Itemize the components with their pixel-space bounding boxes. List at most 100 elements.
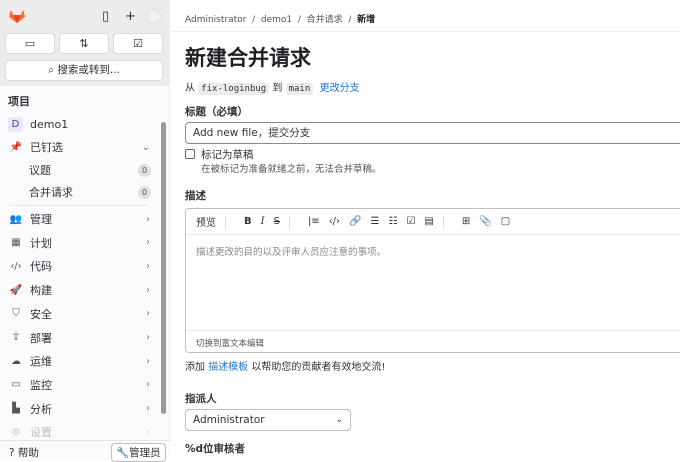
sidebar-item-users[interactable]: 👥 管理 ›: [0, 208, 158, 230]
wrench-icon: 🔧: [116, 447, 130, 459]
draft-help: 在被标记为准备就绪之前，无法合并草稿。: [201, 164, 382, 175]
deploy-icon: ⇪: [11, 332, 21, 343]
breadcrumb: Administrator / demo1 / 合并请求 / 新增: [185, 15, 376, 25]
description-editor: 预览 B I S |≡ ‹/› 🔗 ☰ ☷ ☑ ▤ ⊞ 📎 ▢ 描述更改的目的以…: [185, 208, 680, 353]
sidebar-item-label: 运维: [30, 355, 52, 369]
table-icon[interactable]: ⊞: [462, 216, 470, 227]
assignee-select[interactable]: Administrator ⌄: [185, 409, 351, 431]
title-input[interactable]: Add new file，提交分支: [185, 122, 680, 144]
chevron-right-icon: ›: [146, 379, 150, 391]
collapsible-icon[interactable]: ▤: [424, 216, 433, 227]
chevron-down-icon: ⌄: [141, 141, 150, 153]
title-label: 标题（必填）: [185, 106, 248, 118]
todo-button[interactable]: ☑: [113, 33, 163, 54]
project-avatar: D: [8, 116, 23, 132]
sidebar-item-cloud[interactable]: ☁ 运维 ›: [0, 350, 158, 372]
attach-icon[interactable]: 📎: [479, 216, 491, 227]
search-button[interactable]: ⌕ 搜索或转到...: [5, 60, 163, 81]
italic-icon[interactable]: I: [261, 216, 265, 227]
crumb-admin[interactable]: Administrator: [185, 15, 246, 25]
pinned-item-merge-requests[interactable]: 合并请求 0: [0, 181, 158, 203]
code-icon: ‹/›: [10, 260, 22, 272]
preview-tab[interactable]: 预览: [196, 214, 216, 229]
pinned-toggle[interactable]: 📌 已钉选 ⌄: [0, 136, 158, 158]
crumb-project[interactable]: demo1: [261, 15, 292, 25]
project-link[interactable]: Ddemo1: [0, 113, 158, 135]
monitor-icon: ▭: [11, 379, 21, 391]
sidebar-item-label: 部署: [30, 331, 52, 345]
sidebar-item-label: 分析: [30, 402, 52, 416]
crumb-mrs[interactable]: 合并请求: [307, 15, 343, 25]
description-textarea[interactable]: 描述更改的目的以及评审人员应注意的事项。: [186, 235, 680, 267]
count-badge: 0: [138, 163, 151, 177]
sidebar-header: ▯ + ▭ ⇅ ☑ ⌕ 搜索或转到...: [0, 0, 169, 86]
chevron-right-icon: ›: [146, 355, 150, 367]
scrollbar[interactable]: [161, 122, 166, 414]
admin-label: 管理员: [129, 447, 161, 459]
admin-button[interactable]: 🔧管理员: [111, 443, 166, 462]
bold-icon[interactable]: B: [244, 216, 252, 227]
help-button[interactable]: ? 帮助: [9, 445, 39, 460]
chevron-right-icon: ›: [146, 213, 150, 225]
source-branch: fix-loginbug: [198, 83, 270, 95]
from-text: 从: [185, 83, 195, 94]
cloud-icon: ☁: [11, 355, 21, 367]
section-title: 项目: [8, 95, 30, 108]
sidebar-footer: ? 帮助 🔧管理员: [0, 440, 170, 462]
switch-rich-text-button[interactable]: 切换到富文本编辑: [186, 330, 680, 352]
draft-checkbox[interactable]: [185, 149, 195, 159]
chevron-right-icon: ›: [146, 332, 150, 343]
sidebar-item-chart[interactable]: ▙ 分析 ›: [0, 398, 158, 420]
task-list-icon[interactable]: ☑: [406, 216, 415, 227]
search-label: 搜索或转到...: [57, 64, 120, 76]
sidebar-item-code[interactable]: ‹/› 代码 ›: [0, 255, 158, 277]
pin-icon: 📌: [9, 141, 23, 153]
link-icon[interactable]: 🔗: [349, 216, 361, 227]
item-label: 议题: [29, 164, 51, 177]
gitlab-logo-icon[interactable]: [8, 8, 26, 24]
issues-button[interactable]: ▭: [5, 33, 55, 54]
item-label: 合并请求: [29, 186, 73, 199]
sidebar-item-rocket[interactable]: 🚀 构建 ›: [0, 279, 158, 301]
header-divider: [171, 31, 680, 32]
users-icon: 👥: [9, 213, 23, 225]
sidebar-toggle-icon[interactable]: ▯: [102, 9, 109, 24]
merge-requests-button[interactable]: ⇅: [59, 33, 109, 54]
draft-label: 标记为草稿: [201, 149, 254, 161]
sidebar-item-monitor[interactable]: ▭ 监控 ›: [0, 374, 158, 396]
branch-info: 从 fix-loginbug 到 main 更改分支: [185, 79, 360, 95]
page-title: 新建合并请求: [185, 46, 311, 70]
chevron-right-icon: ›: [146, 308, 150, 320]
fullscreen-icon[interactable]: ▢: [501, 216, 510, 227]
pinned-item-issues[interactable]: 议题 0: [0, 159, 158, 181]
help-icon: ?: [9, 447, 15, 459]
help-label: 帮助: [17, 447, 39, 459]
code-icon[interactable]: ‹/›: [329, 216, 340, 227]
pinned-label: 已钉选: [30, 141, 63, 154]
sidebar-item-shield[interactable]: ⛉ 安全 ›: [0, 303, 158, 325]
chevron-right-icon: ›: [146, 260, 150, 272]
template-link[interactable]: 描述模板: [208, 362, 248, 373]
avatar[interactable]: [146, 9, 161, 24]
calendar-icon: ▦: [11, 237, 21, 249]
sidebar-item-label: 安全: [30, 307, 52, 321]
sidebar-item-deploy[interactable]: ⇪ 部署 ›: [0, 327, 158, 349]
to-text: 到: [272, 83, 283, 94]
chevron-right-icon: ›: [146, 237, 150, 249]
sidebar-item-label: 代码: [30, 260, 52, 274]
settings-icon: ⚙: [11, 426, 21, 438]
numbered-list-icon[interactable]: ☷: [388, 216, 397, 227]
bullet-list-icon[interactable]: ☰: [371, 216, 380, 227]
sidebar-item-label: 监控: [30, 378, 52, 392]
quote-icon[interactable]: |≡: [308, 216, 320, 227]
sidebar-item-calendar[interactable]: ▦ 计划 ›: [0, 232, 158, 254]
search-icon: ⌕: [48, 64, 55, 76]
sidebar-item-label: 设置: [30, 426, 52, 440]
chevron-down-icon: ⌄: [335, 415, 343, 425]
description-label: 描述: [185, 190, 206, 202]
plus-icon[interactable]: +: [125, 9, 136, 24]
change-branches-link[interactable]: 更改分支: [320, 83, 360, 94]
strikethrough-icon[interactable]: S: [274, 216, 280, 227]
target-branch: main: [285, 83, 314, 95]
shield-icon: ⛉: [12, 308, 20, 320]
